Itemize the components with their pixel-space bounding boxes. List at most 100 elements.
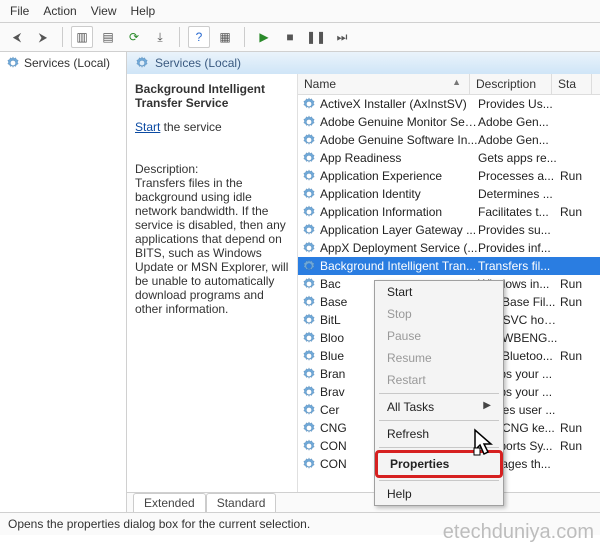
cell-desc: Provides inf... — [478, 241, 560, 255]
col-description[interactable]: Description — [470, 74, 552, 94]
ctx-separator — [379, 393, 499, 394]
help-icon[interactable]: ? — [188, 26, 210, 48]
gear-icon — [302, 97, 316, 111]
gear-icon — [302, 313, 316, 327]
panel-icon[interactable]: ▥ — [71, 26, 93, 48]
tabs: Extended Standard — [127, 492, 600, 512]
play-icon[interactable]: ▶ — [253, 26, 275, 48]
menu-file[interactable]: File — [10, 4, 29, 18]
cell-name: Application Layer Gateway ... — [320, 223, 478, 237]
gear-icon — [302, 169, 316, 183]
col-status[interactable]: Sta — [552, 74, 592, 94]
cell-name: AppX Deployment Service (... — [320, 241, 478, 255]
back-icon[interactable]: ⮜ — [6, 26, 28, 48]
gear-icon — [302, 439, 316, 453]
cell-name: App Readiness — [320, 151, 478, 165]
ctx-alltasks[interactable]: All Tasks ▶ — [375, 396, 503, 418]
gear-icon — [302, 205, 316, 219]
table-row[interactable]: App ReadinessGets apps re... — [298, 149, 600, 167]
gear-icon — [302, 259, 316, 273]
cell-status: Run — [560, 439, 600, 453]
table-row[interactable]: Application Layer Gateway ...Provides su… — [298, 221, 600, 239]
gear-icon — [302, 223, 316, 237]
ctx-pause: Pause — [375, 325, 503, 347]
cell-name: Background Intelligent Tran... — [320, 259, 478, 273]
restart-icon[interactable]: ⏭ — [331, 26, 353, 48]
cursor-icon — [472, 428, 498, 458]
gear-icon — [302, 457, 316, 471]
table-row[interactable]: Application InformationFacilitates t...R… — [298, 203, 600, 221]
tree-root-label: Services (Local) — [24, 56, 110, 70]
cell-status: Run — [560, 169, 600, 183]
cell-desc: Determines ... — [478, 187, 560, 201]
menu-view[interactable]: View — [91, 4, 117, 18]
start-link-line: Start the service — [135, 120, 289, 134]
start-suffix: the service — [160, 120, 221, 134]
table-row[interactable]: ActiveX Installer (AxInstSV)Provides Us.… — [298, 95, 600, 113]
gear-icon — [302, 367, 316, 381]
chevron-right-icon: ▶ — [483, 400, 491, 411]
menu-action[interactable]: Action — [43, 4, 76, 18]
table-row[interactable]: Background Intelligent Tran...Transfers … — [298, 257, 600, 275]
cell-status: Run — [560, 349, 600, 363]
cell-desc: Processes a... — [478, 169, 560, 183]
tree-pane: Services (Local) — [0, 52, 127, 512]
ctx-help[interactable]: Help — [375, 483, 503, 505]
ctx-start[interactable]: Start — [375, 281, 503, 303]
separator — [62, 27, 63, 47]
tab-standard[interactable]: Standard — [206, 493, 277, 512]
pause-icon[interactable]: ❚❚ — [305, 26, 327, 48]
ctx-separator — [379, 480, 499, 481]
export-icon[interactable]: ⤓ — [149, 26, 171, 48]
tab-extended[interactable]: Extended — [133, 493, 206, 512]
table-row[interactable]: Adobe Genuine Monitor Ser...Adobe Gen... — [298, 113, 600, 131]
ctx-stop: Stop — [375, 303, 503, 325]
cell-name: Adobe Genuine Monitor Ser... — [320, 115, 478, 129]
cell-name: Application Identity — [320, 187, 478, 201]
grid-icon[interactable]: ▦ — [214, 26, 236, 48]
gear-icon — [302, 385, 316, 399]
gear-icon — [302, 331, 316, 345]
cell-name: ActiveX Installer (AxInstSV) — [320, 97, 478, 111]
separator — [179, 27, 180, 47]
table-row[interactable]: AppX Deployment Service (...Provides inf… — [298, 239, 600, 257]
cell-desc: Provides su... — [478, 223, 560, 237]
cell-status: Run — [560, 205, 600, 219]
col-name[interactable]: Name ▲ — [298, 74, 470, 94]
column-headers: Name ▲ Description Sta — [298, 74, 600, 95]
table-row[interactable]: Adobe Genuine Software In...Adobe Gen... — [298, 131, 600, 149]
context-menu: Start Stop Pause Resume Restart All Task… — [374, 280, 504, 506]
cell-desc: Transfers fil... — [478, 259, 560, 273]
ctx-separator — [379, 420, 499, 421]
table-row[interactable]: Application ExperienceProcesses a...Run — [298, 167, 600, 185]
refresh-icon[interactable]: ⟳ — [123, 26, 145, 48]
forward-icon[interactable]: ⮞ — [32, 26, 54, 48]
list-icon[interactable]: ▤ — [97, 26, 119, 48]
stop-icon[interactable]: ■ — [279, 26, 301, 48]
right-header: Services (Local) — [127, 52, 600, 74]
sort-asc-icon: ▲ — [452, 77, 461, 87]
tree-root[interactable]: Services (Local) — [6, 56, 120, 70]
gear-icon — [302, 349, 316, 363]
cell-desc: Provides Us... — [478, 97, 560, 111]
gear-icon — [302, 403, 316, 417]
table-row[interactable]: Application IdentityDetermines ... — [298, 185, 600, 203]
cell-desc: Adobe Gen... — [478, 115, 560, 129]
selected-service-name: Background Intelligent Transfer Service — [135, 82, 289, 110]
right-pane: Services (Local) Background Intelligent … — [127, 52, 600, 512]
toolbar: ⮜ ⮞ ▥ ▤ ⟳ ⤓ ? ▦ ▶ ■ ❚❚ ⏭ — [0, 23, 600, 52]
gear-icon — [302, 277, 316, 291]
menu-help[interactable]: Help — [131, 4, 156, 18]
start-link[interactable]: Start — [135, 120, 160, 134]
separator — [244, 27, 245, 47]
cell-name: Application Experience — [320, 169, 478, 183]
ctx-restart: Restart — [375, 369, 503, 391]
gear-icon — [302, 115, 316, 129]
gear-icon — [302, 295, 316, 309]
cell-status: Run — [560, 295, 600, 309]
desc-label: Description: — [135, 162, 289, 176]
ctx-resume: Resume — [375, 347, 503, 369]
gear-icon — [302, 187, 316, 201]
cell-status: Run — [560, 421, 600, 435]
gear-icon — [302, 421, 316, 435]
